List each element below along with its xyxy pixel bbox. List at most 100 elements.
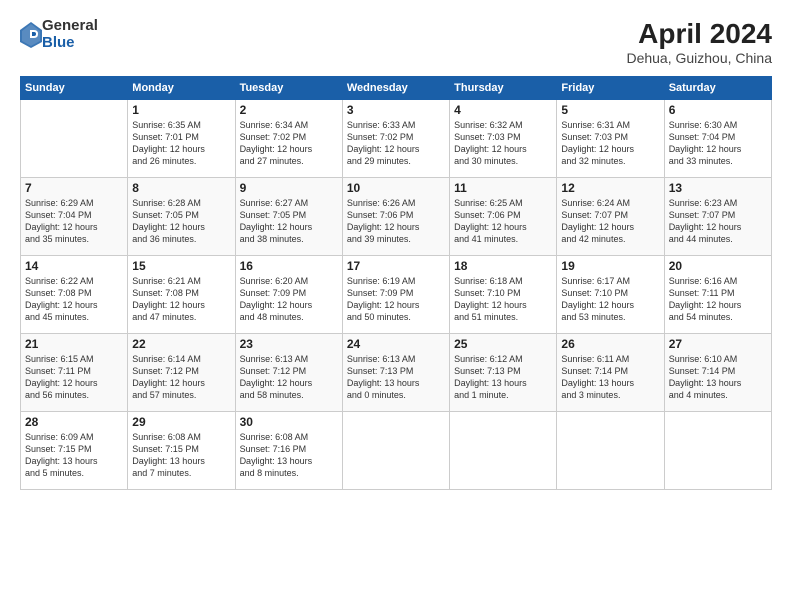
day-info: Sunrise: 6:28 AM Sunset: 7:05 PM Dayligh… (132, 197, 230, 246)
day-info: Sunrise: 6:29 AM Sunset: 7:04 PM Dayligh… (25, 197, 123, 246)
day-number: 2 (240, 103, 338, 117)
calendar-cell (21, 100, 128, 178)
day-info: Sunrise: 6:08 AM Sunset: 7:16 PM Dayligh… (240, 431, 338, 480)
day-info: Sunrise: 6:20 AM Sunset: 7:09 PM Dayligh… (240, 275, 338, 324)
day-info: Sunrise: 6:24 AM Sunset: 7:07 PM Dayligh… (561, 197, 659, 246)
day-number: 20 (669, 259, 767, 273)
calendar-cell: 7 Sunrise: 6:29 AM Sunset: 7:04 PM Daylig… (21, 178, 128, 256)
day-info: Sunrise: 6:22 AM Sunset: 7:08 PM Dayligh… (25, 275, 123, 324)
calendar-table: Sunday Monday Tuesday Wednesday Thursday… (20, 76, 772, 490)
day-info: Sunrise: 6:26 AM Sunset: 7:06 PM Dayligh… (347, 197, 445, 246)
col-sunday: Sunday (21, 77, 128, 100)
calendar-cell: 18Sunrise: 6:18 AM Sunset: 7:10 PM Dayli… (450, 256, 557, 334)
calendar-cell: 5 Sunrise: 6:31 AM Sunset: 7:03 PM Daylig… (557, 100, 664, 178)
col-friday: Friday (557, 77, 664, 100)
calendar-cell: 21 Sunrise: 6:15 AM Sunset: 7:11 PM Dayli… (21, 334, 128, 412)
calendar-page: General Blue April 2024 Dehua, Guizhou, … (0, 0, 792, 612)
day-info: Sunrise: 6:32 AM Sunset: 7:03 PM Dayligh… (454, 119, 552, 168)
day-number: 29 (132, 415, 230, 429)
logo-icon (20, 22, 42, 48)
main-title: April 2024 (626, 18, 772, 50)
day-info: Sunrise: 6:17 AM Sunset: 7:10 PM Dayligh… (561, 275, 659, 324)
title-block: April 2024 Dehua, Guizhou, China (626, 18, 772, 66)
day-info: Sunrise: 6:21 AM Sunset: 7:08 PM Dayligh… (132, 275, 230, 324)
calendar-week-row: 28 Sunrise: 6:09 AM Sunset: 7:15 PM Dayli… (21, 412, 772, 490)
day-number: 4 (454, 103, 552, 117)
calendar-week-row: 14Sunrise: 6:22 AM Sunset: 7:08 PM Dayli… (21, 256, 772, 334)
day-number: 1 (132, 103, 230, 117)
calendar-header-row: Sunday Monday Tuesday Wednesday Thursday… (21, 77, 772, 100)
calendar-cell: 9Sunrise: 6:27 AM Sunset: 7:05 PM Daylig… (235, 178, 342, 256)
calendar-cell: 19 Sunrise: 6:17 AM Sunset: 7:10 PM Dayli… (557, 256, 664, 334)
day-number: 10 (347, 181, 445, 195)
calendar-week-row: 21 Sunrise: 6:15 AM Sunset: 7:11 PM Dayli… (21, 334, 772, 412)
day-number: 17 (347, 259, 445, 273)
logo: General Blue (20, 18, 98, 51)
logo-blue: Blue (42, 35, 98, 52)
col-wednesday: Wednesday (342, 77, 449, 100)
day-number: 22 (132, 337, 230, 351)
day-number: 19 (561, 259, 659, 273)
calendar-cell: 22 Sunrise: 6:14 AM Sunset: 7:12 PM Dayli… (128, 334, 235, 412)
day-info: Sunrise: 6:14 AM Sunset: 7:12 PM Dayligh… (132, 353, 230, 402)
calendar-cell: 4 Sunrise: 6:32 AM Sunset: 7:03 PM Daylig… (450, 100, 557, 178)
day-info: Sunrise: 6:10 AM Sunset: 7:14 PM Dayligh… (669, 353, 767, 402)
day-number: 16 (240, 259, 338, 273)
calendar-cell (664, 412, 771, 490)
day-info: Sunrise: 6:35 AM Sunset: 7:01 PM Dayligh… (132, 119, 230, 168)
day-info: Sunrise: 6:09 AM Sunset: 7:15 PM Dayligh… (25, 431, 123, 480)
day-info: Sunrise: 6:13 AM Sunset: 7:13 PM Dayligh… (347, 353, 445, 402)
day-info: Sunrise: 6:34 AM Sunset: 7:02 PM Dayligh… (240, 119, 338, 168)
calendar-cell: 24 Sunrise: 6:13 AM Sunset: 7:13 PM Dayli… (342, 334, 449, 412)
calendar-cell: 10 Sunrise: 6:26 AM Sunset: 7:06 PM Dayli… (342, 178, 449, 256)
day-number: 28 (25, 415, 123, 429)
day-number: 15 (132, 259, 230, 273)
calendar-cell: 12Sunrise: 6:24 AM Sunset: 7:07 PM Dayli… (557, 178, 664, 256)
day-info: Sunrise: 6:30 AM Sunset: 7:04 PM Dayligh… (669, 119, 767, 168)
day-number: 13 (669, 181, 767, 195)
col-thursday: Thursday (450, 77, 557, 100)
calendar-cell: 26Sunrise: 6:11 AM Sunset: 7:14 PM Dayli… (557, 334, 664, 412)
calendar-week-row: 7 Sunrise: 6:29 AM Sunset: 7:04 PM Daylig… (21, 178, 772, 256)
calendar-cell: 8 Sunrise: 6:28 AM Sunset: 7:05 PM Daylig… (128, 178, 235, 256)
day-number: 7 (25, 181, 123, 195)
calendar-cell: 27 Sunrise: 6:10 AM Sunset: 7:14 PM Dayli… (664, 334, 771, 412)
day-number: 27 (669, 337, 767, 351)
day-info: Sunrise: 6:13 AM Sunset: 7:12 PM Dayligh… (240, 353, 338, 402)
col-monday: Monday (128, 77, 235, 100)
calendar-cell: 15 Sunrise: 6:21 AM Sunset: 7:08 PM Dayli… (128, 256, 235, 334)
day-info: Sunrise: 6:08 AM Sunset: 7:15 PM Dayligh… (132, 431, 230, 480)
day-info: Sunrise: 6:33 AM Sunset: 7:02 PM Dayligh… (347, 119, 445, 168)
calendar-cell: 14Sunrise: 6:22 AM Sunset: 7:08 PM Dayli… (21, 256, 128, 334)
day-info: Sunrise: 6:18 AM Sunset: 7:10 PM Dayligh… (454, 275, 552, 324)
calendar-cell: 13Sunrise: 6:23 AM Sunset: 7:07 PM Dayli… (664, 178, 771, 256)
day-number: 9 (240, 181, 338, 195)
day-number: 25 (454, 337, 552, 351)
day-number: 24 (347, 337, 445, 351)
calendar-cell (450, 412, 557, 490)
calendar-cell: 2 Sunrise: 6:34 AM Sunset: 7:02 PM Daylig… (235, 100, 342, 178)
location-subtitle: Dehua, Guizhou, China (626, 50, 772, 66)
calendar-cell (557, 412, 664, 490)
day-number: 6 (669, 103, 767, 117)
day-info: Sunrise: 6:15 AM Sunset: 7:11 PM Dayligh… (25, 353, 123, 402)
day-number: 26 (561, 337, 659, 351)
calendar-cell (342, 412, 449, 490)
day-number: 30 (240, 415, 338, 429)
day-info: Sunrise: 6:31 AM Sunset: 7:03 PM Dayligh… (561, 119, 659, 168)
day-info: Sunrise: 6:12 AM Sunset: 7:13 PM Dayligh… (454, 353, 552, 402)
calendar-cell: 1 Sunrise: 6:35 AM Sunset: 7:01 PM Daylig… (128, 100, 235, 178)
calendar-cell: 16 Sunrise: 6:20 AM Sunset: 7:09 PM Dayli… (235, 256, 342, 334)
calendar-cell: 29 Sunrise: 6:08 AM Sunset: 7:15 PM Dayli… (128, 412, 235, 490)
calendar-cell: 23Sunrise: 6:13 AM Sunset: 7:12 PM Dayli… (235, 334, 342, 412)
day-number: 3 (347, 103, 445, 117)
day-info: Sunrise: 6:16 AM Sunset: 7:11 PM Dayligh… (669, 275, 767, 324)
calendar-cell: 20 Sunrise: 6:16 AM Sunset: 7:11 PM Dayli… (664, 256, 771, 334)
calendar-week-row: 1 Sunrise: 6:35 AM Sunset: 7:01 PM Daylig… (21, 100, 772, 178)
logo-general: General (42, 18, 98, 35)
day-number: 21 (25, 337, 123, 351)
calendar-cell: 11Sunrise: 6:25 AM Sunset: 7:06 PM Dayli… (450, 178, 557, 256)
day-number: 8 (132, 181, 230, 195)
day-number: 5 (561, 103, 659, 117)
calendar-cell: 3 Sunrise: 6:33 AM Sunset: 7:02 PM Daylig… (342, 100, 449, 178)
